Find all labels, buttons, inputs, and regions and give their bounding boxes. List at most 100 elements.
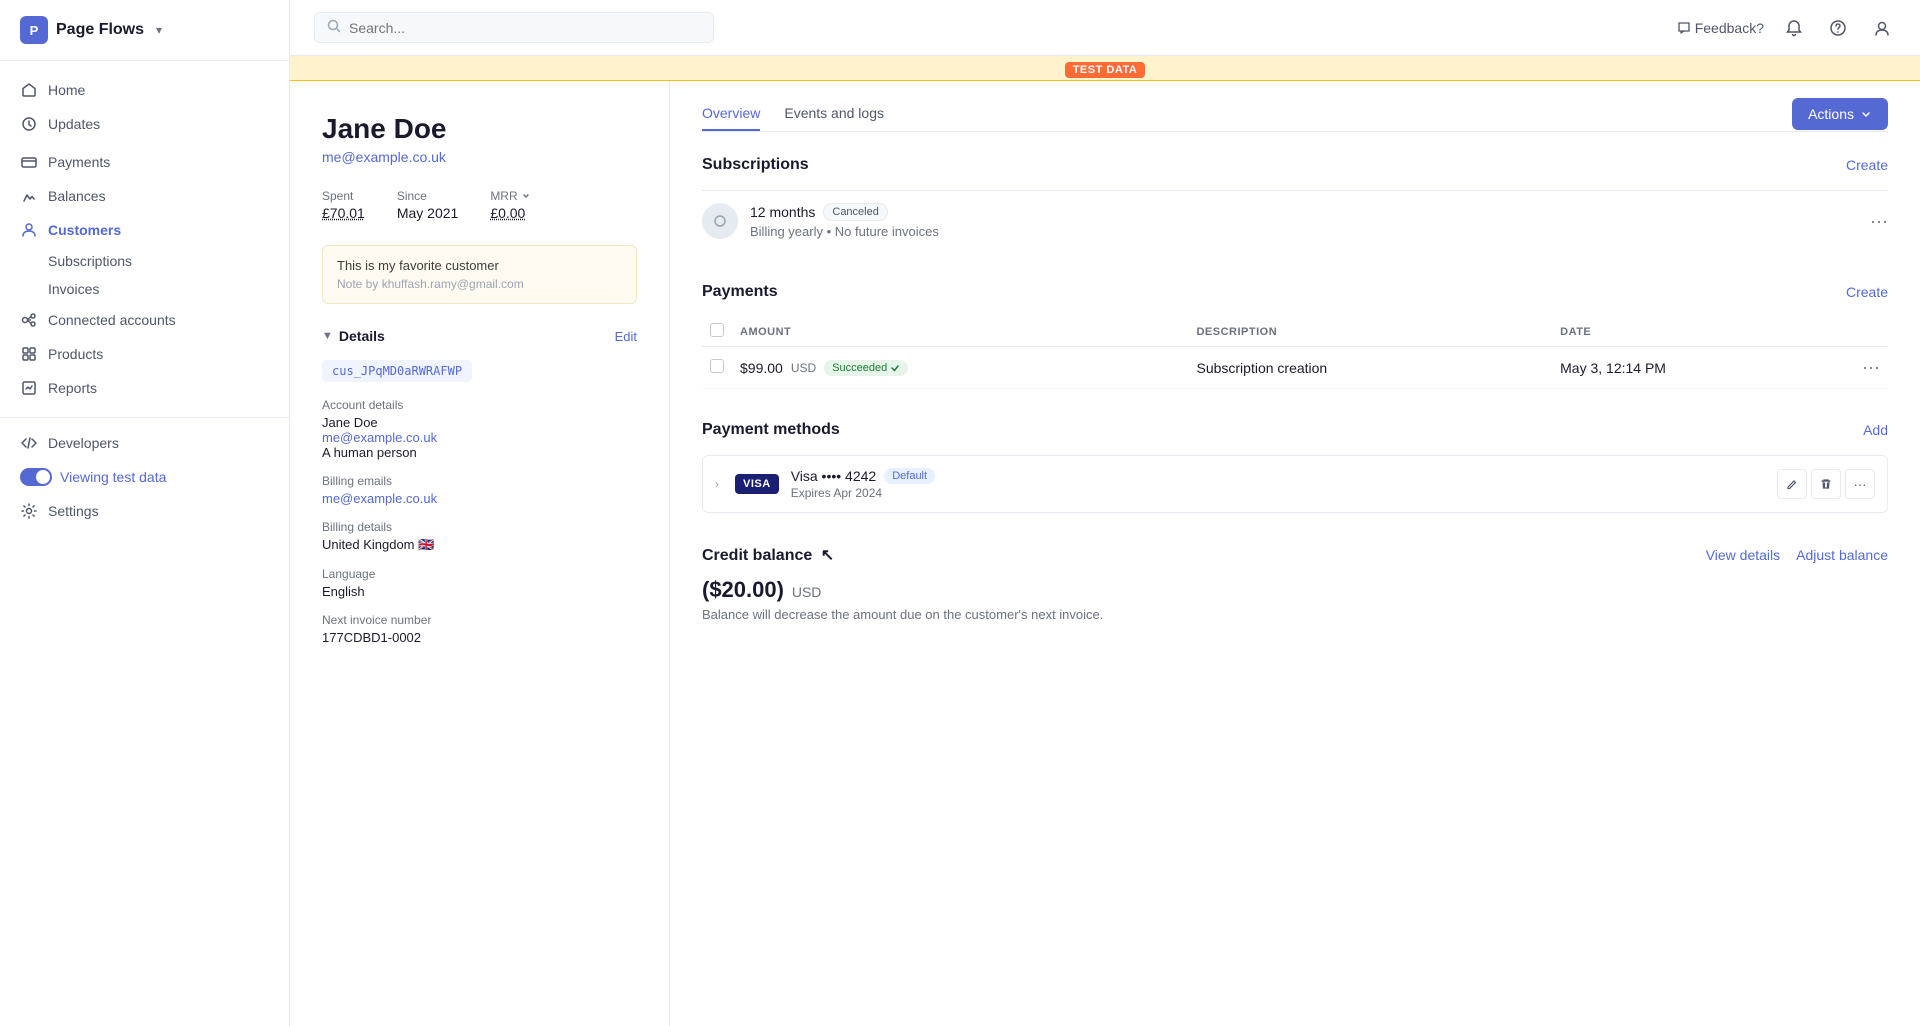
payment-status-badge: Succeeded: [824, 360, 908, 376]
credit-balance-amount-row: ($20.00) USD: [702, 577, 1888, 603]
pm-delete-button[interactable]: [1811, 469, 1841, 499]
sidebar-item-products[interactable]: Products: [0, 337, 289, 371]
customer-email[interactable]: me@example.co.uk: [322, 149, 637, 165]
payment-methods-section: Payment methods Add › VISA Visa •••• 424…: [702, 421, 1888, 513]
sidebar-item-updates-label: Updates: [48, 116, 100, 132]
tab-events-logs[interactable]: Events and logs: [784, 97, 884, 131]
tabs-row: Overview Events and logs Actions: [702, 81, 1888, 132]
account-name: Jane Doe: [322, 415, 637, 430]
account-email-detail: me@example.co.uk: [322, 430, 637, 445]
test-data-toggle-switch[interactable]: [20, 468, 52, 486]
sidebar-item-connected-accounts[interactable]: Connected accounts: [0, 303, 289, 337]
test-data-badge: TEST DATA: [1065, 62, 1146, 78]
stat-spent-value: £70.01: [322, 205, 365, 221]
subscription-more-button[interactable]: ···: [1870, 211, 1888, 232]
actions-button[interactable]: Actions: [1792, 98, 1888, 130]
create-subscription-button[interactable]: Create: [1846, 157, 1888, 173]
create-payment-button[interactable]: Create: [1846, 284, 1888, 300]
notifications-button[interactable]: [1780, 14, 1808, 42]
amount-col-header: AMOUNT: [732, 317, 1188, 347]
payments-section: Payments Create AMOUNT DESCRIPTION DATE: [702, 283, 1888, 389]
main-content: Feedback? TEST DATA Jane Doe me@example.…: [290, 0, 1920, 1026]
subscriptions-section: Subscriptions Create 12 months Canceled …: [702, 156, 1888, 251]
sidebar-item-settings-label: Settings: [48, 503, 99, 519]
sidebar-item-subscriptions-label: Subscriptions: [48, 253, 132, 269]
stat-mrr: MRR £0.00: [490, 189, 530, 221]
payment-amount-value: $99.00: [740, 360, 783, 376]
edit-details-button[interactable]: Edit: [615, 329, 637, 344]
search-input[interactable]: [349, 20, 701, 36]
subscription-icon: [702, 203, 738, 239]
pm-edit-button[interactable]: [1777, 469, 1807, 499]
next-invoice-label: Next invoice number: [322, 613, 637, 627]
payment-method-expand-icon[interactable]: ›: [715, 477, 719, 491]
sidebar-item-payments[interactable]: Payments: [0, 145, 289, 179]
date-col-header: DATE: [1552, 317, 1854, 347]
collapse-icon[interactable]: ▼: [322, 330, 333, 342]
payments-table: AMOUNT DESCRIPTION DATE $99.00: [702, 317, 1888, 389]
customer-right-panel: Overview Events and logs Actions Subscri…: [670, 81, 1920, 1026]
stat-spent-label: Spent: [322, 189, 365, 203]
payment-more-button[interactable]: ···: [1854, 347, 1888, 389]
sidebar-item-home[interactable]: Home: [0, 73, 289, 107]
next-invoice-group: Next invoice number 177CDBD1-0002: [322, 613, 637, 645]
sidebar-item-updates[interactable]: Updates: [0, 107, 289, 141]
updates-icon: [20, 115, 38, 133]
language-group: Language English: [322, 567, 637, 599]
credit-balance-currency: USD: [792, 584, 822, 600]
developers-icon: [20, 434, 38, 452]
toggle-knob: [36, 470, 50, 484]
sidebar-item-balances-label: Balances: [48, 188, 106, 204]
tab-overview[interactable]: Overview: [702, 97, 760, 131]
help-button[interactable]: [1824, 14, 1852, 42]
sidebar-item-products-label: Products: [48, 346, 103, 362]
viewing-test-data-toggle[interactable]: Viewing test data: [0, 460, 289, 494]
details-section: ▼ Details Edit cus_JPqMD0aRWRAFWP Accoun…: [322, 328, 637, 645]
sidebar-item-developers-label: Developers: [48, 435, 119, 451]
pm-more-button[interactable]: ···: [1845, 469, 1875, 499]
account-details-group: Account details Jane Doe me@example.co.u…: [322, 398, 637, 460]
sidebar-item-developers[interactable]: Developers: [0, 426, 289, 460]
credit-balance-header: Credit balance ↖ View details Adjust bal…: [702, 545, 1888, 565]
sidebar-item-connected-accounts-label: Connected accounts: [48, 312, 176, 328]
sidebar-item-reports[interactable]: Reports: [0, 371, 289, 405]
payment-date: May 3, 12:14 PM: [1552, 347, 1854, 389]
content-area: Jane Doe me@example.co.uk Spent £70.01 S…: [290, 81, 1920, 1026]
sidebar-item-balances[interactable]: Balances: [0, 179, 289, 213]
payment-row[interactable]: $99.00 USD Succeeded Subscription creati…: [702, 347, 1888, 389]
sidebar-logo[interactable]: P Page Flows ▾: [0, 0, 289, 61]
account-details-label: Account details: [322, 398, 637, 412]
adjust-balance-button[interactable]: Adjust balance: [1796, 547, 1888, 563]
subscription-name-row: 12 months Canceled: [750, 203, 1858, 221]
sidebar-item-invoices[interactable]: Invoices: [0, 275, 289, 303]
account-desc: A human person: [322, 445, 637, 460]
topbar-right: Feedback?: [1677, 14, 1896, 42]
payment-methods-header: Payment methods Add: [702, 421, 1888, 439]
account-button[interactable]: [1868, 14, 1896, 42]
payment-checkbox[interactable]: [702, 347, 732, 389]
search-icon: [327, 19, 341, 36]
sidebar-item-customers[interactable]: Customers: [0, 213, 289, 247]
pm-expiry: Expires Apr 2024: [791, 486, 1765, 500]
sidebar-item-subscriptions[interactable]: Subscriptions: [0, 247, 289, 275]
payment-method-item: › VISA Visa •••• 4242 Default Expires Ap…: [702, 455, 1888, 513]
payments-icon: [20, 153, 38, 171]
sidebar-item-settings[interactable]: Settings: [0, 494, 289, 528]
note-author: Note by khuffash.ramy@gmail.com: [337, 277, 622, 291]
sidebar-item-home-label: Home: [48, 82, 85, 98]
subscription-name: 12 months: [750, 204, 815, 220]
billing-country: United Kingdom 🇬🇧: [322, 537, 637, 553]
sidebar-item-invoices-label: Invoices: [48, 281, 99, 297]
feedback-button[interactable]: Feedback?: [1677, 20, 1764, 36]
payment-method-info: Visa •••• 4242 Default Expires Apr 2024: [791, 468, 1765, 500]
add-payment-method-button[interactable]: Add: [1863, 422, 1888, 438]
logo-icon: P: [20, 16, 48, 44]
sidebar-item-customers-label: Customers: [48, 222, 121, 238]
customer-note: This is my favorite customer Note by khu…: [322, 245, 637, 304]
view-details-button[interactable]: View details: [1706, 547, 1780, 563]
search-box[interactable]: [314, 12, 714, 43]
customer-id-badge[interactable]: cus_JPqMD0aRWRAFWP: [322, 360, 472, 382]
billing-emails-group: Billing emails me@example.co.uk: [322, 474, 637, 506]
sidebar-navigation: Home Updates Payments Balances Customer: [0, 61, 289, 1026]
subscriptions-title: Subscriptions: [702, 156, 809, 174]
